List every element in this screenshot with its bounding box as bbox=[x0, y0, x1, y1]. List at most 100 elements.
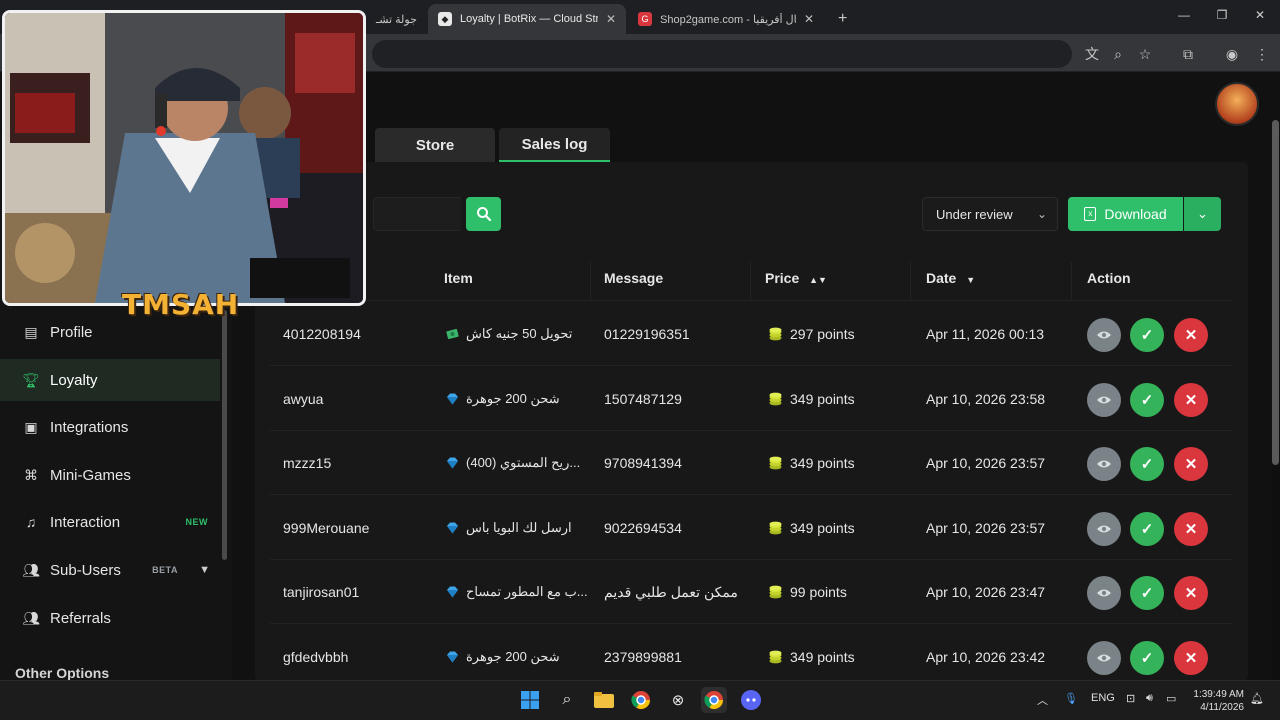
column-divider bbox=[590, 262, 591, 300]
close-tab-icon[interactable]: ✕ bbox=[796, 12, 814, 26]
address-bar[interactable] bbox=[372, 40, 1072, 68]
column-header-price[interactable]: Price ▲▼ bbox=[765, 270, 827, 286]
browser-menu-icon[interactable]: ⋮ bbox=[1252, 44, 1272, 64]
microphone-icon[interactable]: 🎙︎ bbox=[1064, 692, 1078, 705]
check-icon: ✓ bbox=[1140, 392, 1154, 409]
message-cell: 9708941394 bbox=[604, 455, 682, 471]
approve-button[interactable]: ✓ bbox=[1130, 318, 1164, 352]
view-button[interactable] bbox=[1087, 383, 1121, 417]
integrations-icon: ▣ bbox=[24, 418, 38, 435]
item-cell: تحويل 50 جنيه كاش bbox=[446, 302, 572, 366]
date-cell: Apr 10, 2026 23:47 bbox=[926, 584, 1046, 600]
volume-icon[interactable]: 🔊︎ bbox=[1146, 692, 1153, 705]
discord-icon[interactable] bbox=[738, 687, 764, 713]
close-icon: ✕ bbox=[1184, 650, 1198, 667]
sort-desc-icon[interactable]: ▼ bbox=[966, 275, 975, 285]
maximize-icon[interactable]: ❐ bbox=[1210, 8, 1234, 26]
reject-button[interactable]: ✕ bbox=[1174, 383, 1208, 417]
reject-button[interactable]: ✕ bbox=[1174, 318, 1208, 352]
sidebar-scrollbar[interactable] bbox=[222, 310, 227, 560]
price-cell: 99 points bbox=[768, 560, 847, 624]
table-header-divider bbox=[270, 300, 1232, 301]
coins-icon bbox=[769, 392, 782, 406]
tab-store[interactable]: Store bbox=[375, 128, 495, 162]
approve-button[interactable]: ✓ bbox=[1130, 576, 1164, 610]
date-cell: Apr 11, 2026 00:13 bbox=[926, 326, 1045, 342]
sidebar-item-sub-users[interactable]: 👥︎ Sub-Users BETA ▼ bbox=[0, 549, 220, 591]
sort-icon[interactable]: ▲▼ bbox=[809, 275, 827, 285]
file-explorer-icon[interactable] bbox=[591, 687, 617, 713]
approve-button[interactable]: ✓ bbox=[1130, 447, 1164, 481]
column-header-date[interactable]: Date ▼ bbox=[926, 270, 975, 286]
browser-tab[interactable]: جولة تشـ ✕ bbox=[366, 4, 424, 34]
column-divider bbox=[910, 262, 911, 300]
windows-start-icon[interactable] bbox=[517, 687, 543, 713]
view-button[interactable] bbox=[1087, 512, 1121, 546]
view-button[interactable] bbox=[1087, 318, 1121, 352]
sidebar-item-referrals[interactable]: 👥︎ Referrals bbox=[0, 597, 220, 639]
sidebar-item-interaction[interactable]: ♫ Interaction NEW bbox=[0, 501, 220, 543]
user-cell: mzzz15 bbox=[283, 455, 332, 471]
tray-chevron-icon[interactable]: ︿ bbox=[1037, 692, 1048, 708]
close-tab-icon[interactable]: ✕ bbox=[598, 12, 616, 26]
close-window-icon[interactable]: ✕ bbox=[1248, 8, 1272, 26]
minimize-icon[interactable]: — bbox=[1172, 8, 1196, 26]
search-icon bbox=[476, 207, 491, 222]
tab-sales-log[interactable]: Sales log bbox=[499, 128, 610, 162]
search-button[interactable] bbox=[466, 197, 501, 231]
message-cell: 01229196351 bbox=[604, 326, 690, 342]
browser-tab-active[interactable]: ◆ Loyalty | BotRix — Cloud Stream ✕ bbox=[428, 4, 626, 34]
browser-tab[interactable]: G Shop2game.com - شمال أفريقيا ✕ bbox=[628, 4, 824, 34]
view-button[interactable] bbox=[1087, 576, 1121, 610]
profile-icon[interactable]: ◉ bbox=[1222, 44, 1242, 64]
eye-icon bbox=[1097, 396, 1111, 404]
search-icon[interactable]: ⌕ bbox=[554, 687, 580, 713]
status-filter-select[interactable]: Under review ⌄ bbox=[922, 197, 1058, 231]
sidebar-item-mini-games[interactable]: ⌘ Mini-Games bbox=[0, 454, 220, 496]
xbox-icon[interactable]: ⊗ bbox=[665, 687, 691, 713]
price-cell: 297 points bbox=[768, 302, 855, 366]
price-value: 297 points bbox=[790, 326, 855, 342]
approve-button[interactable]: ✓ bbox=[1130, 512, 1164, 546]
approve-button[interactable]: ✓ bbox=[1130, 641, 1164, 675]
check-icon: ✓ bbox=[1140, 456, 1154, 473]
extensions-icon[interactable]: ⧉ bbox=[1178, 44, 1198, 64]
column-divider bbox=[750, 262, 751, 300]
date-header-label: Date bbox=[926, 270, 957, 286]
battery-icon[interactable]: ▭ bbox=[1166, 692, 1176, 705]
table-row: 4012208194 تحويل 50 جنيه كاش 01229196351 29… bbox=[270, 302, 1232, 366]
price-header-label: Price bbox=[765, 270, 800, 286]
diamond-icon bbox=[447, 522, 458, 534]
download-options-button[interactable]: ⌄ bbox=[1184, 197, 1221, 231]
network-icon[interactable]: ⊡ bbox=[1126, 692, 1135, 705]
sidebar-item-integrations[interactable]: ▣ Integrations bbox=[0, 406, 220, 448]
money-icon bbox=[446, 328, 459, 340]
user-avatar[interactable] bbox=[1215, 82, 1259, 126]
new-tab-button[interactable]: + bbox=[828, 4, 852, 34]
chrome-icon[interactable] bbox=[628, 687, 654, 713]
language-indicator[interactable]: ENG bbox=[1091, 692, 1115, 704]
reject-button[interactable]: ✕ bbox=[1174, 512, 1208, 546]
page-scrollbar[interactable] bbox=[1272, 120, 1279, 465]
chevron-down-icon[interactable]: ▼ bbox=[199, 564, 210, 576]
clock[interactable]: 1:39:49 AM 4/11/2026 bbox=[1192, 688, 1244, 714]
view-button[interactable] bbox=[1087, 641, 1121, 675]
shop2game-favicon-icon: G bbox=[638, 12, 652, 26]
close-tab-icon[interactable]: ✕ bbox=[417, 12, 424, 26]
chrome-active-icon[interactable] bbox=[701, 687, 727, 713]
reject-button[interactable]: ✕ bbox=[1174, 641, 1208, 675]
price-cell: 349 points bbox=[768, 431, 855, 495]
sidebar-item-loyalty[interactable]: 🏆︎ Loyalty bbox=[0, 359, 220, 401]
download-button[interactable]: x Download bbox=[1068, 197, 1183, 231]
view-button[interactable] bbox=[1087, 447, 1121, 481]
reject-button[interactable]: ✕ bbox=[1174, 576, 1208, 610]
translate-icon[interactable]: 文 bbox=[1082, 44, 1102, 64]
sidebar-item-label: Interaction bbox=[50, 513, 121, 531]
bookmark-star-icon[interactable]: ☆ bbox=[1135, 44, 1155, 64]
reject-button[interactable]: ✕ bbox=[1174, 447, 1208, 481]
zoom-icon[interactable]: ⌕ bbox=[1108, 44, 1128, 64]
approve-button[interactable]: ✓ bbox=[1130, 383, 1164, 417]
search-input[interactable] bbox=[373, 197, 461, 231]
close-icon: ✕ bbox=[1184, 392, 1198, 409]
notifications-icon[interactable]: 🔔︎ bbox=[1250, 692, 1264, 705]
